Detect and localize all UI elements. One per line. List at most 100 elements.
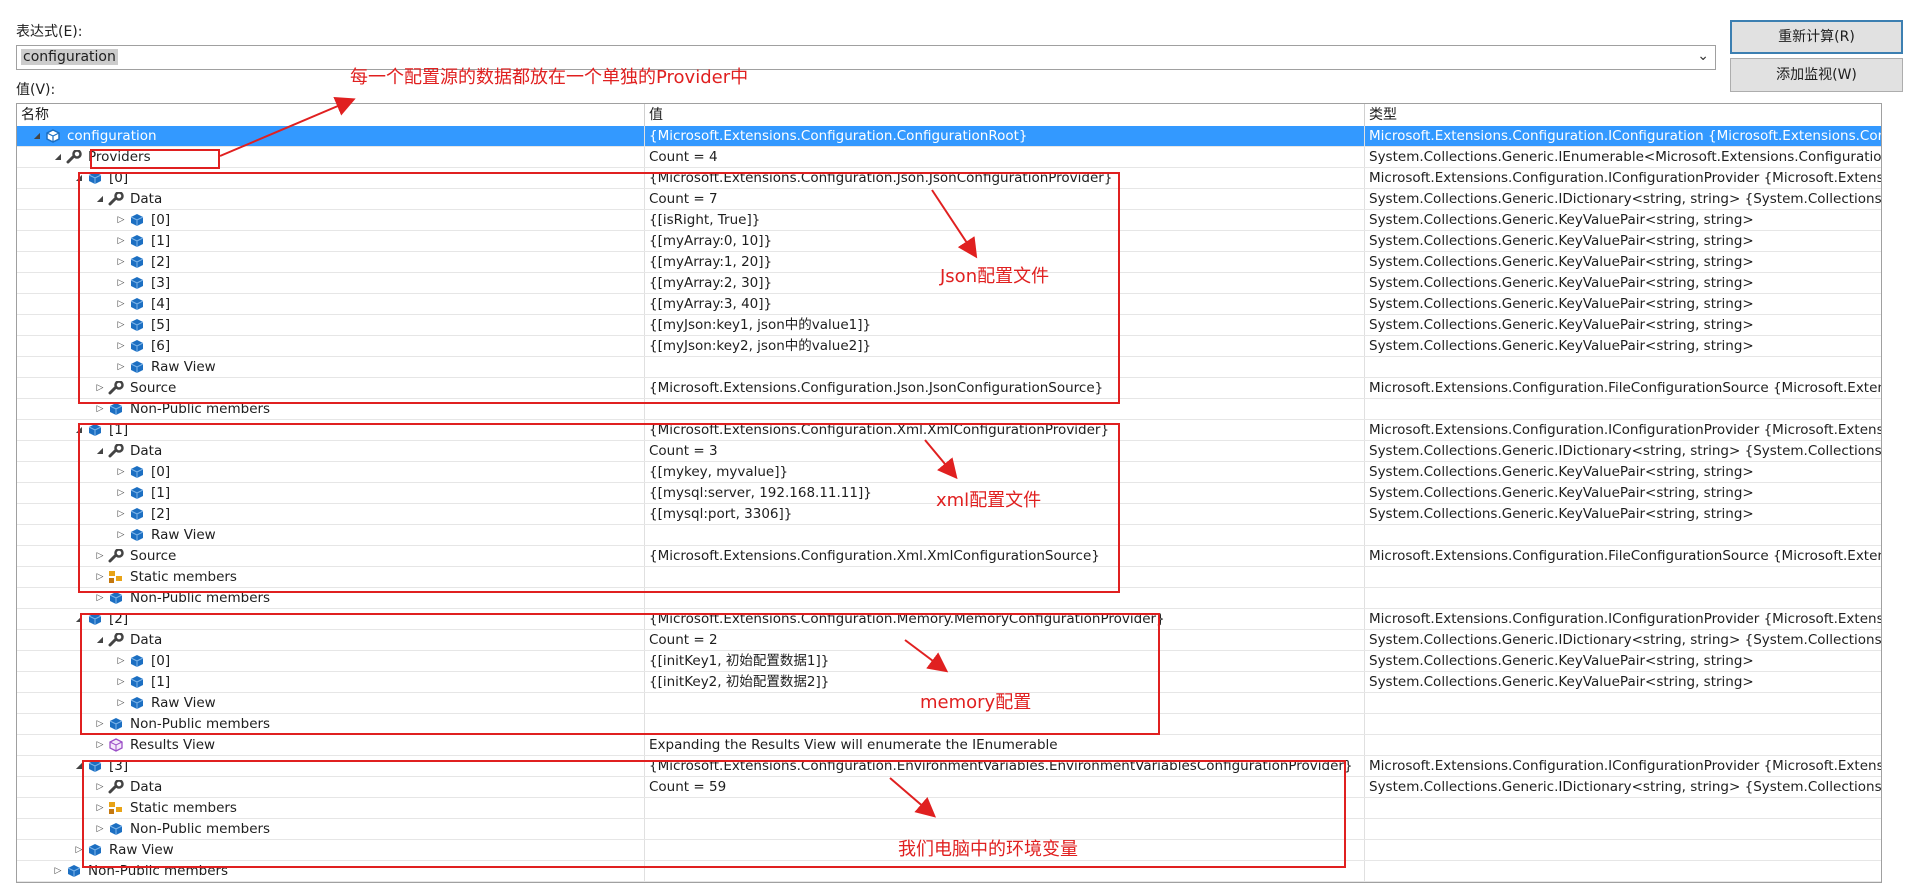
value-cell[interactable]	[645, 714, 1365, 734]
tree-row[interactable]: ▷ Non-Public members	[17, 399, 1881, 420]
name-cell[interactable]: ▷ Non-Public members	[17, 819, 645, 839]
name-cell[interactable]: ▷ Static members	[17, 567, 645, 587]
tree-row[interactable]: ◢ Data Count = 3 System.Collections.Generic…	[17, 441, 1881, 462]
tree-row[interactable]: ◢ [1] {Microsoft.Extensions.Configuration.…	[17, 420, 1881, 441]
name-cell[interactable]: ▷ [5]	[17, 315, 645, 335]
name-cell[interactable]: ▷ [1]	[17, 672, 645, 692]
value-cell[interactable]: {[mykey, myvalue]}	[645, 462, 1365, 482]
tree-row[interactable]: ◢ configuration {Microsoft.Extensions.Conf…	[17, 126, 1881, 147]
name-cell[interactable]: ▷ [2]	[17, 504, 645, 524]
value-cell[interactable]: {Microsoft.Extensions.Configuration.Conf…	[645, 126, 1365, 146]
expand-triangle-icon[interactable]: ▷	[115, 525, 127, 545]
tree-row[interactable]: ▷ [6] {[myJson:key2, json中的value2]} System.…	[17, 336, 1881, 357]
tree-row[interactable]: ▷ [0] {[isRight, True]} System.Collections.…	[17, 210, 1881, 231]
expand-triangle-icon[interactable]: ▷	[115, 672, 127, 692]
expand-triangle-icon[interactable]: ▷	[94, 378, 106, 398]
name-cell[interactable]: ▷ Non-Public members	[17, 861, 645, 881]
tree-row[interactable]: ▷ Non-Public members	[17, 714, 1881, 735]
value-cell[interactable]: {[myArray:0, 10]}	[645, 231, 1365, 251]
name-cell[interactable]: ◢ Providers	[17, 147, 645, 167]
value-cell[interactable]: {[initKey1, 初始配置数据1]}	[645, 651, 1365, 671]
tree-row[interactable]: ▷ Non-Public members	[17, 861, 1881, 882]
expand-triangle-icon[interactable]: ▷	[115, 693, 127, 713]
expand-triangle-icon[interactable]: ▷	[115, 315, 127, 335]
expand-triangle-icon[interactable]: ▷	[73, 840, 85, 860]
expand-triangle-icon[interactable]: ▷	[115, 273, 127, 293]
tree-row[interactable]: ▷ [0] {[mykey, myvalue]} System.Collections…	[17, 462, 1881, 483]
column-header-type[interactable]: 类型	[1365, 104, 1881, 126]
collapse-triangle-icon[interactable]: ◢	[52, 147, 64, 167]
expand-triangle-icon[interactable]: ▷	[94, 735, 106, 755]
name-cell[interactable]: ▷ [4]	[17, 294, 645, 314]
expand-triangle-icon[interactable]: ▷	[115, 504, 127, 524]
name-cell[interactable]: ▷ Results View	[17, 735, 645, 755]
tree-row[interactable]: ◢ Data Count = 7 System.Collections.Generic…	[17, 189, 1881, 210]
expand-triangle-icon[interactable]: ▷	[115, 231, 127, 251]
collapse-triangle-icon[interactable]: ◢	[73, 756, 85, 776]
name-cell[interactable]: ▷ Non-Public members	[17, 714, 645, 734]
expand-triangle-icon[interactable]: ▷	[115, 357, 127, 377]
value-cell[interactable]	[645, 588, 1365, 608]
tree-row[interactable]: ▷ [5] {[myJson:key1, json中的value1]} System.…	[17, 315, 1881, 336]
value-cell[interactable]	[645, 399, 1365, 419]
name-cell[interactable]: ▷ [6]	[17, 336, 645, 356]
value-cell[interactable]	[645, 357, 1365, 377]
expand-triangle-icon[interactable]: ▷	[115, 651, 127, 671]
value-cell[interactable]: Expanding the Results View will enumerat…	[645, 735, 1365, 755]
name-cell[interactable]: ▷ Source	[17, 378, 645, 398]
name-cell[interactable]: ◢ Data	[17, 189, 645, 209]
tree-row[interactable]: ▷ [1] {[myArray:0, 10]} System.Collections.…	[17, 231, 1881, 252]
tree-row[interactable]: ▷ Source {Microsoft.Extensions.Configurati…	[17, 546, 1881, 567]
column-header-value[interactable]: 值	[645, 104, 1365, 126]
name-cell[interactable]: ▷ Non-Public members	[17, 399, 645, 419]
value-cell[interactable]	[645, 567, 1365, 587]
expand-triangle-icon[interactable]: ▷	[94, 714, 106, 734]
value-cell[interactable]: {Microsoft.Extensions.Configuration.Memo…	[645, 609, 1365, 629]
value-cell[interactable]	[645, 861, 1365, 881]
tree-row[interactable]: ▷ [4] {[myArray:3, 40]} System.Collections.…	[17, 294, 1881, 315]
tree-row[interactable]: ▷ Data Count = 59 System.Collections.Generi…	[17, 777, 1881, 798]
value-cell[interactable]: {Microsoft.Extensions.Configuration.Xml.…	[645, 420, 1365, 440]
name-cell[interactable]: ◢ configuration	[17, 126, 645, 146]
value-cell[interactable]: {Microsoft.Extensions.Configuration.Envi…	[645, 756, 1365, 776]
value-cell[interactable]: {[isRight, True]}	[645, 210, 1365, 230]
name-cell[interactable]: ▷ [1]	[17, 231, 645, 251]
recalculate-button[interactable]: 重新计算(R)	[1730, 20, 1903, 54]
name-cell[interactable]: ▷ [0]	[17, 462, 645, 482]
tree-row[interactable]: ▷ Non-Public members	[17, 588, 1881, 609]
name-cell[interactable]: ▷ Raw View	[17, 693, 645, 713]
name-cell[interactable]: ◢ [3]	[17, 756, 645, 776]
tree-row[interactable]: ▷ Raw View	[17, 357, 1881, 378]
name-cell[interactable]: ▷ [0]	[17, 210, 645, 230]
value-cell[interactable]: Count = 4	[645, 147, 1365, 167]
name-cell[interactable]: ▷ Raw View	[17, 357, 645, 377]
name-cell[interactable]: ▷ [0]	[17, 651, 645, 671]
name-cell[interactable]: ▷ Static members	[17, 798, 645, 818]
name-cell[interactable]: ◢ Data	[17, 630, 645, 650]
tree-row[interactable]: ◢ Data Count = 2 System.Collections.Generic…	[17, 630, 1881, 651]
expand-triangle-icon[interactable]: ▷	[94, 777, 106, 797]
expand-triangle-icon[interactable]: ▷	[52, 861, 64, 881]
tree-row[interactable]: ▷ Source {Microsoft.Extensions.Configurati…	[17, 378, 1881, 399]
name-cell[interactable]: ▷ [3]	[17, 273, 645, 293]
name-cell[interactable]: ▷ Non-Public members	[17, 588, 645, 608]
collapse-triangle-icon[interactable]: ◢	[94, 630, 106, 650]
value-cell[interactable]: Count = 59	[645, 777, 1365, 797]
tree-row[interactable]: ▷ Static members	[17, 567, 1881, 588]
value-cell[interactable]	[645, 525, 1365, 545]
expand-triangle-icon[interactable]: ▷	[115, 336, 127, 356]
name-cell[interactable]: ▷ Raw View	[17, 525, 645, 545]
expand-triangle-icon[interactable]: ▷	[115, 462, 127, 482]
collapse-triangle-icon[interactable]: ◢	[31, 126, 43, 146]
collapse-triangle-icon[interactable]: ◢	[73, 420, 85, 440]
name-cell[interactable]: ◢ [1]	[17, 420, 645, 440]
collapse-triangle-icon[interactable]: ◢	[94, 441, 106, 461]
expand-triangle-icon[interactable]: ▷	[115, 294, 127, 314]
value-cell[interactable]: {[myArray:3, 40]}	[645, 294, 1365, 314]
expand-triangle-icon[interactable]: ▷	[94, 798, 106, 818]
chevron-down-icon[interactable]: ⌄	[1697, 48, 1709, 64]
tree-row[interactable]: ▷ Static members	[17, 798, 1881, 819]
expression-input[interactable]: configuration ⌄	[16, 45, 1716, 70]
collapse-triangle-icon[interactable]: ◢	[73, 168, 85, 188]
expand-triangle-icon[interactable]: ▷	[115, 252, 127, 272]
